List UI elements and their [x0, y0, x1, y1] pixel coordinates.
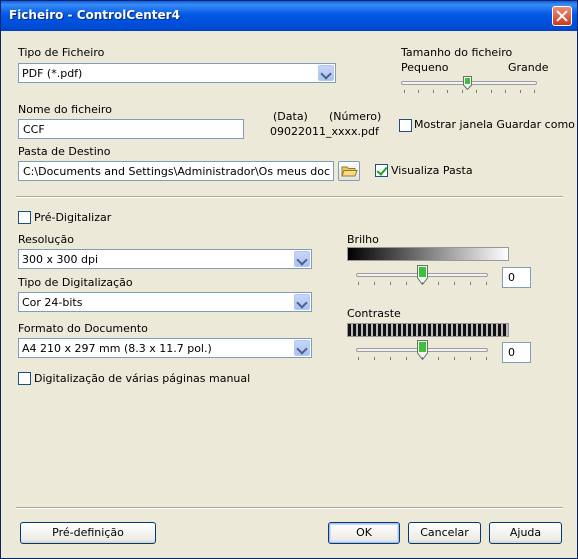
dialog-window: Ficheiro - ControlCenter4 Tipo de Fichei…	[0, 0, 578, 559]
chevron-down-icon[interactable]	[294, 251, 310, 267]
show-save-as-checkbox[interactable]	[399, 119, 412, 132]
slider-tick	[490, 90, 492, 93]
slider-tick	[438, 282, 439, 285]
show-folder-label: Visualiza Pasta	[391, 164, 473, 177]
slider-tick	[406, 282, 407, 285]
slider-tick	[390, 357, 391, 360]
browse-folder-button[interactable]	[338, 161, 360, 181]
prescan-label: Pré-Digitalizar	[34, 211, 112, 224]
slider-tick	[470, 282, 471, 285]
scan-type-select[interactable]: Cor 24-bits	[18, 292, 312, 312]
window-title: Ficheiro - ControlCenter4	[9, 8, 180, 22]
chevron-down-icon[interactable]	[294, 294, 310, 310]
slider-tick	[534, 90, 535, 93]
file-type-select[interactable]: PDF (*.pdf)	[18, 63, 336, 83]
slider-tick	[486, 282, 487, 285]
resolution-value: 300 x 300 dpi	[22, 253, 99, 266]
title-bar[interactable]: Ficheiro - ControlCenter4	[1, 1, 577, 31]
separator-bottom	[16, 507, 563, 509]
file-name-input[interactable]: CCF	[18, 119, 244, 139]
slider-tick	[374, 282, 375, 285]
contrast-input[interactable]: 0	[502, 342, 531, 363]
folder-icon	[341, 166, 358, 177]
scan-type-value: Cor 24-bits	[22, 296, 83, 309]
slider-tick	[406, 357, 407, 360]
contrast-pattern	[347, 323, 509, 337]
chevron-down-icon[interactable]	[318, 65, 334, 81]
slider-tick	[519, 90, 521, 93]
doc-size-value: A4 210 x 297 mm (8.3 x 11.7 pol.)	[22, 342, 212, 355]
file-name-example: 09022011_xxxx.pdf	[270, 125, 379, 138]
file-size-slider-thumb[interactable]	[463, 76, 472, 90]
slider-tick	[486, 357, 487, 360]
destination-label: Pasta de Destino	[18, 145, 111, 158]
slider-tick	[447, 90, 449, 93]
slider-tick	[422, 282, 423, 285]
file-size-max-label: Grande	[508, 61, 549, 74]
slider-tick	[422, 357, 423, 360]
show-folder-checkbox[interactable]	[375, 164, 388, 177]
slider-tick	[454, 357, 455, 360]
preset-button[interactable]: Pré-definição	[20, 522, 156, 544]
file-type-value: PDF (*.pdf)	[22, 67, 83, 80]
brightness-label: Brilho	[347, 233, 379, 246]
slider-tick	[358, 357, 359, 360]
number-label: (Número)	[329, 110, 382, 123]
destination-input[interactable]: C:\Documents and Settings\Administrador\…	[18, 161, 334, 181]
prescan-checkbox[interactable]	[18, 211, 31, 224]
file-size-min-label: Pequeno	[401, 61, 449, 74]
destination-value: C:\Documents and Settings\Administrador\…	[23, 165, 331, 178]
slider-tick	[418, 90, 420, 93]
slider-tick	[461, 90, 463, 93]
multipage-checkbox[interactable]	[18, 372, 31, 385]
brightness-input[interactable]: 0	[502, 267, 531, 288]
doc-size-label: Formato do Documento	[18, 322, 148, 335]
file-name-value: CCF	[23, 123, 45, 136]
file-type-label: Tipo de Ficheiro	[18, 46, 105, 59]
slider-tick	[358, 282, 359, 285]
contrast-label: Contraste	[347, 307, 401, 320]
file-name-label: Nome do ficheiro	[18, 103, 112, 116]
slider-tick	[374, 357, 375, 360]
slider-tick	[454, 282, 455, 285]
slider-tick	[476, 90, 478, 93]
file-size-label: Tamanho do ficheiro	[401, 46, 513, 59]
slider-tick	[470, 357, 471, 360]
ok-button[interactable]: OK	[328, 522, 400, 544]
slider-tick	[432, 90, 434, 93]
resolution-label: Resolução	[18, 233, 74, 246]
slider-tick	[404, 90, 405, 93]
close-button[interactable]	[552, 6, 572, 26]
cancel-button[interactable]: Cancelar	[408, 522, 481, 544]
slider-tick	[505, 90, 507, 93]
resolution-select[interactable]: 300 x 300 dpi	[18, 249, 312, 269]
separator-top	[16, 196, 563, 198]
contrast-value: 0	[508, 346, 515, 359]
scan-type-label: Tipo de Digitalização	[18, 276, 133, 289]
slider-tick	[438, 357, 439, 360]
brightness-value: 0	[508, 271, 515, 284]
help-button[interactable]: Ajuda	[489, 522, 562, 544]
show-save-as-label: Mostrar janela Guardar como	[414, 118, 575, 131]
brightness-gradient	[347, 247, 509, 261]
slider-tick	[390, 282, 391, 285]
multipage-label: Digitalização de várias páginas manual	[34, 372, 251, 385]
date-label: (Data)	[273, 110, 308, 123]
doc-size-select[interactable]: A4 210 x 297 mm (8.3 x 11.7 pol.)	[18, 338, 312, 358]
chevron-down-icon[interactable]	[294, 340, 310, 356]
